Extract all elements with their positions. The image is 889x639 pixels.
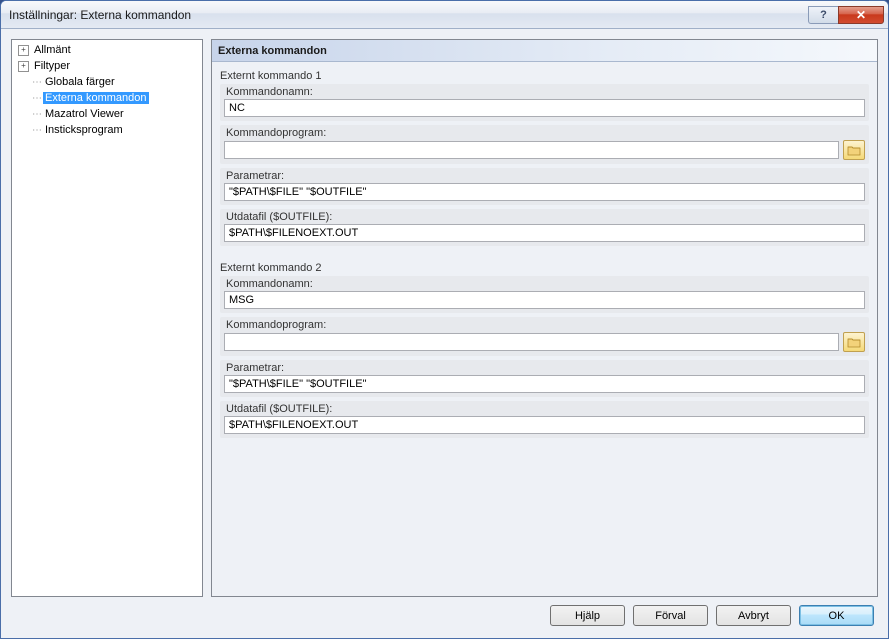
outfile-input-2[interactable] — [224, 416, 865, 434]
group-title-1: Externt kommando 1 — [220, 70, 869, 82]
field-label: Kommandoprogram: — [224, 319, 865, 331]
field-command-program-1: Kommandoprogram: — [220, 125, 869, 164]
tree-branch-icon: ⋯ — [32, 93, 41, 104]
window-title: Inställningar: Externa kommandon — [9, 8, 808, 22]
folder-icon — [847, 336, 861, 348]
panel-title: Externa kommandon — [212, 40, 877, 62]
field-label: Kommandonamn: — [224, 86, 865, 98]
dialog-body: + Allmänt + Filtyper ⋯ Globala färger ⋯ … — [1, 29, 888, 638]
field-label: Parametrar: — [224, 170, 865, 182]
tree-children: ⋯ Globala färger ⋯ Externa kommandon ⋯ M… — [14, 74, 200, 138]
field-outfile-1: Utdatafil ($OUTFILE): — [220, 209, 869, 246]
field-label: Utdatafil ($OUTFILE): — [224, 211, 865, 223]
field-label: Kommandoprogram: — [224, 127, 865, 139]
titlebar-help-button[interactable]: ? — [808, 6, 838, 24]
tree-label: Insticksprogram — [43, 124, 125, 136]
tree-branch-icon: ⋯ — [32, 109, 41, 120]
settings-panel: Externa kommandon Externt kommando 1 Kom… — [211, 39, 878, 597]
command-program-input-2[interactable] — [224, 333, 839, 351]
browse-button-1[interactable] — [843, 140, 865, 160]
tree-item-plugins[interactable]: ⋯ Insticksprogram — [28, 122, 200, 138]
tree-label: Filtyper — [32, 60, 72, 72]
tree-branch-icon: ⋯ — [32, 77, 41, 88]
outfile-input-1[interactable] — [224, 224, 865, 242]
defaults-button[interactable]: Förval — [633, 605, 708, 626]
field-label: Kommandonamn: — [224, 278, 865, 290]
field-label: Parametrar: — [224, 362, 865, 374]
tree-item-general[interactable]: + Allmänt — [14, 42, 200, 58]
command-name-input-2[interactable] — [224, 291, 865, 309]
command-program-input-1[interactable] — [224, 141, 839, 159]
command-name-input-1[interactable] — [224, 99, 865, 117]
titlebar: Inställningar: Externa kommandon ? ✕ — [1, 1, 888, 29]
expand-icon[interactable]: + — [18, 61, 29, 72]
browse-button-2[interactable] — [843, 332, 865, 352]
field-command-program-2: Kommandoprogram: — [220, 317, 869, 356]
expand-icon[interactable]: + — [18, 45, 29, 56]
ok-button[interactable]: OK — [799, 605, 874, 626]
tree-branch-icon: ⋯ — [32, 125, 41, 136]
field-command-name-1: Kommandonamn: — [220, 84, 869, 121]
category-tree[interactable]: + Allmänt + Filtyper ⋯ Globala färger ⋯ … — [11, 39, 203, 597]
field-label: Utdatafil ($OUTFILE): — [224, 403, 865, 415]
folder-icon — [847, 144, 861, 156]
tree-item-mazatrol-viewer[interactable]: ⋯ Mazatrol Viewer — [28, 106, 200, 122]
tree-item-external-commands[interactable]: ⋯ Externa kommandon — [28, 90, 200, 106]
tree-label: Allmänt — [32, 44, 73, 56]
tree-item-filetypes[interactable]: + Filtyper — [14, 58, 200, 74]
titlebar-close-button[interactable]: ✕ — [838, 6, 884, 24]
tree-label: Globala färger — [43, 76, 117, 88]
field-parameters-1: Parametrar: — [220, 168, 869, 205]
content-row: + Allmänt + Filtyper ⋯ Globala färger ⋯ … — [11, 39, 878, 597]
titlebar-buttons: ? ✕ — [808, 6, 884, 24]
help-button[interactable]: Hjälp — [550, 605, 625, 626]
panel-body: Externt kommando 1 Kommandonamn: Kommand… — [212, 62, 877, 450]
parameters-input-1[interactable] — [224, 183, 865, 201]
settings-window: Inställningar: Externa kommandon ? ✕ + A… — [0, 0, 889, 639]
field-outfile-2: Utdatafil ($OUTFILE): — [220, 401, 869, 438]
field-parameters-2: Parametrar: — [220, 360, 869, 397]
field-command-name-2: Kommandonamn: — [220, 276, 869, 313]
group-title-2: Externt kommando 2 — [220, 262, 869, 274]
tree-label: Mazatrol Viewer — [43, 108, 126, 120]
tree-item-global-colors[interactable]: ⋯ Globala färger — [28, 74, 200, 90]
cancel-button[interactable]: Avbryt — [716, 605, 791, 626]
parameters-input-2[interactable] — [224, 375, 865, 393]
tree-label: Externa kommandon — [43, 92, 149, 104]
dialog-button-row: Hjälp Förval Avbryt OK — [11, 597, 878, 628]
